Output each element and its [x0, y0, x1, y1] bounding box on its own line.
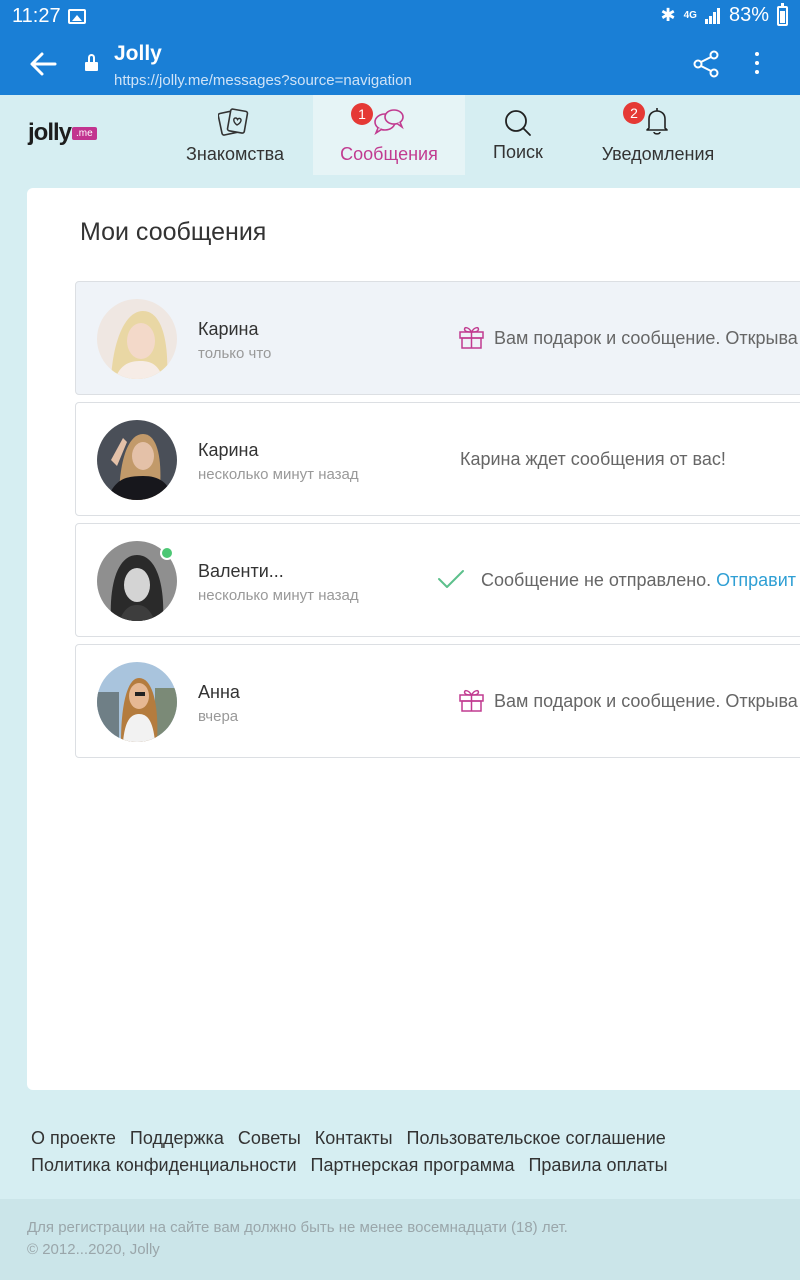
avatar	[97, 299, 177, 379]
site-header: jolly .me Знакомства 1 Сообщения Поиск 2…	[0, 95, 800, 175]
chat-bubbles-icon	[374, 109, 404, 135]
chat-time: вчера	[198, 708, 239, 725]
footer-link-support[interactable]: Поддержка	[130, 1128, 224, 1149]
chat-preview: Вам подарок и сообщение. Открыва	[494, 691, 798, 711]
avatar	[97, 420, 177, 500]
footer-row-1: О проекте Поддержка Советы Контакты Поль…	[31, 1128, 666, 1149]
lock-icon	[85, 54, 98, 71]
network-type: 4G	[683, 9, 697, 21]
nav-tab-search[interactable]: Поиск	[468, 95, 568, 175]
nav-tab-dating-label: Знакомства	[186, 144, 284, 164]
footer-link-tips[interactable]: Советы	[238, 1128, 301, 1149]
check-icon	[438, 570, 464, 588]
footer-link-about[interactable]: О проекте	[31, 1128, 116, 1149]
cards-icon	[218, 108, 249, 136]
status-time: 11:27	[12, 5, 61, 27]
online-indicator	[160, 546, 174, 560]
battery-level: 83%	[728, 4, 769, 26]
chat-item[interactable]: Валенти... несколько минут назад Сообщен…	[75, 523, 800, 637]
chat-time: только что	[198, 345, 272, 362]
chat-name: Анна	[198, 682, 240, 702]
gift-icon	[459, 326, 484, 349]
chat-name: Валенти...	[198, 561, 284, 581]
footer-link-partners[interactable]: Партнерская программа	[311, 1155, 515, 1176]
messages-badge: 1	[351, 103, 373, 125]
footer-link-contacts[interactable]: Контакты	[315, 1128, 393, 1149]
chat-preview-text: Сообщение не отправлено.	[481, 570, 712, 590]
chat-item[interactable]: Карина несколько минут назад Карина ждет…	[75, 402, 800, 516]
browser-page-title[interactable]: Jolly	[114, 42, 162, 66]
nav-tab-search-label: Поиск	[493, 142, 543, 162]
notifications-badge: 2	[623, 102, 645, 124]
footer-link-privacy[interactable]: Политика конфиденциальности	[31, 1155, 297, 1176]
bluetooth-icon: ✱	[660, 5, 676, 25]
status-icons: ✱ 4G 83%	[660, 2, 788, 27]
nav-tab-dating[interactable]: Знакомства	[160, 95, 310, 175]
nav-tab-messages[interactable]: 1 Сообщения	[313, 95, 465, 175]
site-logo[interactable]: jolly .me	[28, 119, 97, 147]
chat-preview: Карина ждет сообщения от вас!	[460, 449, 726, 469]
browser-url[interactable]: https://jolly.me/messages?source=navigat…	[114, 72, 412, 89]
signal-icon	[704, 7, 721, 24]
battery-icon	[777, 2, 788, 26]
resend-link[interactable]: Отправит	[716, 570, 796, 590]
footer-links: О проекте Поддержка Советы Контакты Поль…	[0, 1104, 800, 1199]
footer-link-terms[interactable]: Пользовательское соглашение	[407, 1128, 666, 1149]
chat-item[interactable]: Карина только что Вам подарок и сообщени…	[75, 281, 800, 395]
footer-row-2: Политика конфиденциальности Партнерская …	[31, 1155, 668, 1176]
avatar	[97, 662, 177, 742]
chat-name: Карина	[198, 319, 259, 339]
chat-preview: Сообщение не отправлено. Отправит	[481, 570, 796, 591]
chat-time: несколько минут назад	[198, 587, 359, 604]
page-title: Мои сообщения	[80, 218, 267, 246]
share-icon[interactable]	[692, 50, 720, 78]
chat-preview: Вам подарок и сообщение. Открыва	[494, 328, 798, 348]
gift-icon	[459, 689, 484, 712]
browser-toolbar: Jolly https://jolly.me/messages?source=n…	[0, 34, 800, 95]
footer-link-payment-rules[interactable]: Правила оплаты	[528, 1155, 667, 1176]
messages-panel: Мои сообщения Карина только что Вам пода…	[27, 188, 800, 1090]
chat-item[interactable]: Анна вчера Вам подарок и сообщение. Откр…	[75, 644, 800, 758]
status-bar: 11:27 ✱ 4G 83%	[0, 0, 800, 34]
bell-icon	[646, 108, 668, 135]
nav-tab-notifications[interactable]: 2 Уведомления	[578, 95, 738, 175]
search-icon	[505, 110, 531, 136]
copyright: © 2012...2020, Jolly	[27, 1241, 160, 1258]
back-arrow-icon[interactable]	[28, 50, 58, 78]
more-vert-icon[interactable]	[752, 52, 762, 78]
chat-name: Карина	[198, 440, 259, 460]
nav-tab-messages-label: Сообщения	[340, 144, 438, 164]
gallery-notification-icon	[68, 9, 86, 24]
age-notice: Для регистрации на сайте вам должно быть…	[27, 1219, 568, 1236]
footer-legal: Для регистрации на сайте вам должно быть…	[0, 1199, 800, 1280]
chat-time: несколько минут назад	[198, 466, 359, 483]
nav-tab-notifications-label: Уведомления	[601, 144, 715, 164]
